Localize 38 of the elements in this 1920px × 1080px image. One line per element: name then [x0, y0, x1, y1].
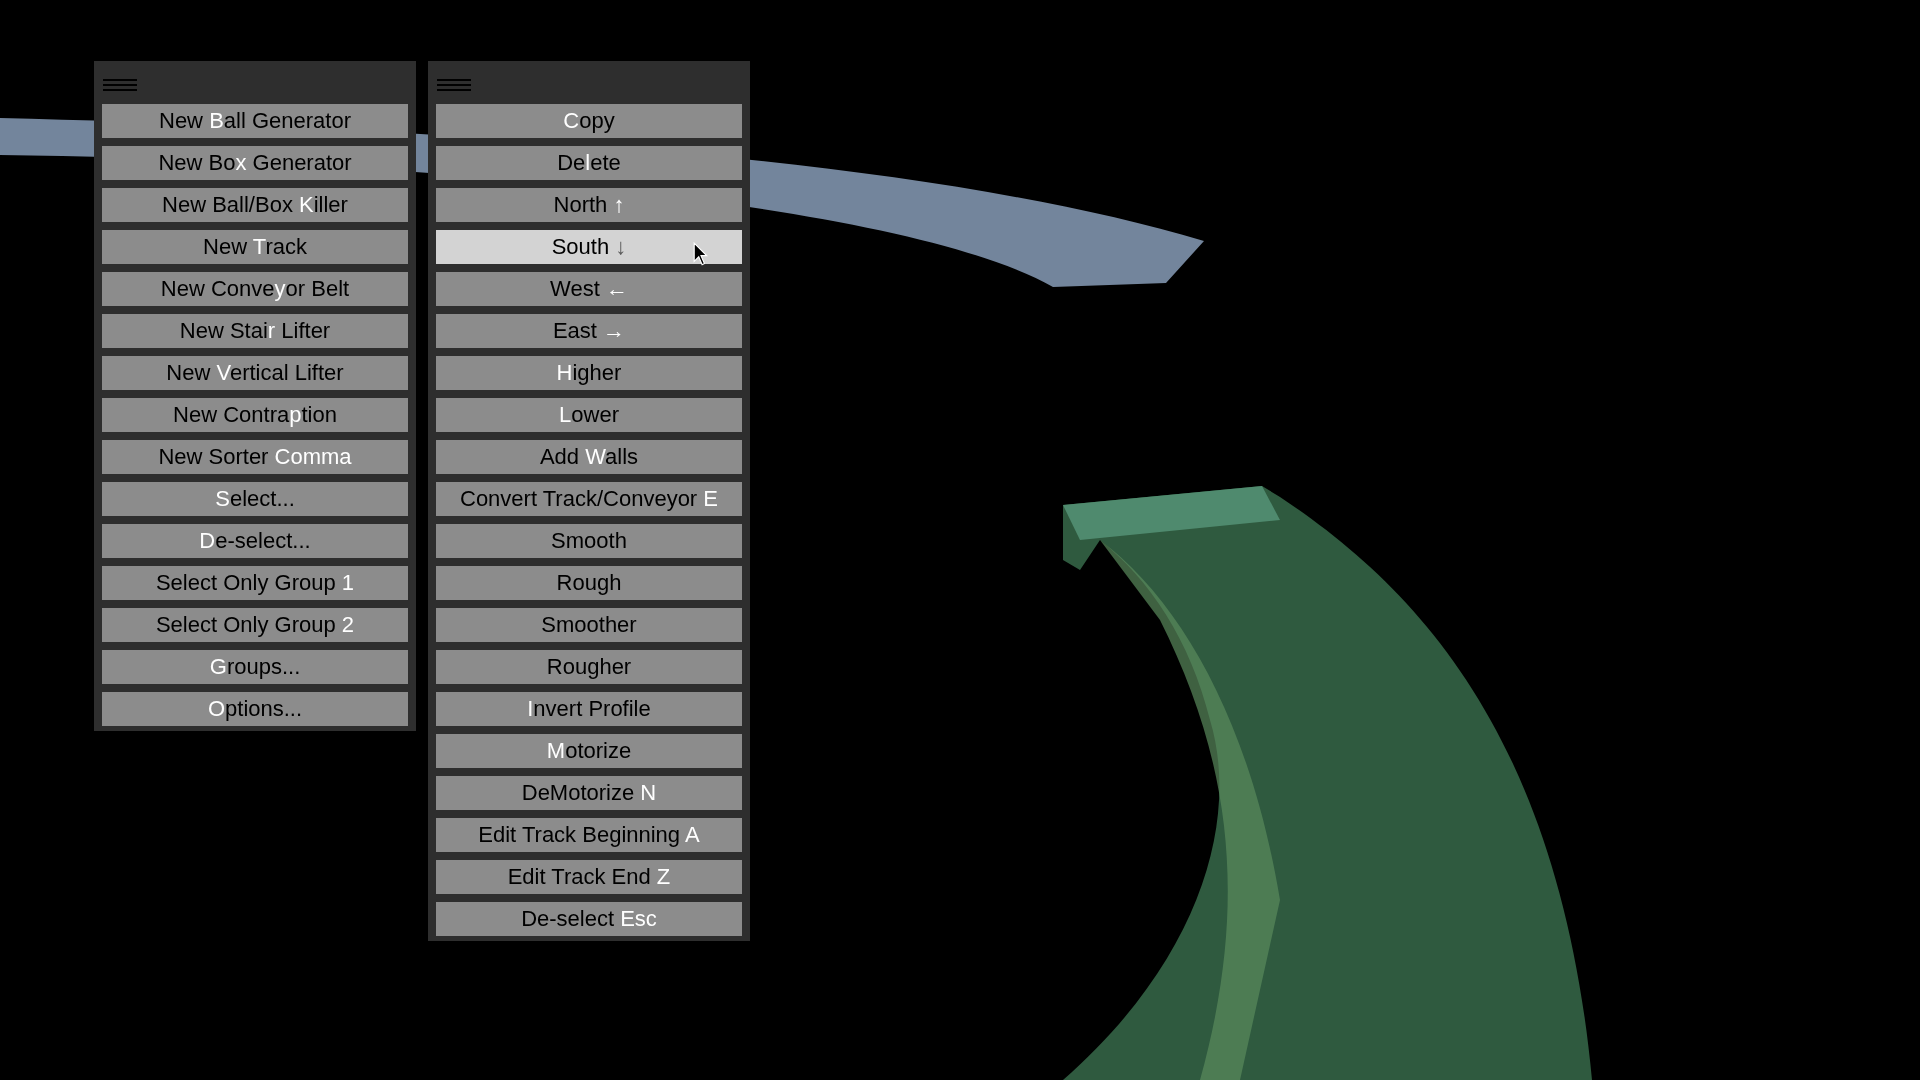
- menu-button[interactable]: Options...: [102, 692, 408, 726]
- menu-button[interactable]: New Conveyor Belt: [102, 272, 408, 306]
- menu-button[interactable]: Copy: [436, 104, 742, 138]
- menu-button[interactable]: Convert Track/Conveyor E: [436, 482, 742, 516]
- menu-button[interactable]: Select Only Group 1: [102, 566, 408, 600]
- menu-button[interactable]: New Sorter Comma: [102, 440, 408, 474]
- menu-button[interactable]: De-select Esc: [436, 902, 742, 936]
- menu-button[interactable]: South ↓: [436, 230, 742, 264]
- menu-button[interactable]: Smoother: [436, 608, 742, 642]
- menu-button[interactable]: New Ball Generator: [102, 104, 408, 138]
- menu-icon[interactable]: [103, 79, 137, 93]
- menu-button[interactable]: Groups...: [102, 650, 408, 684]
- menu-button[interactable]: New Vertical Lifter: [102, 356, 408, 390]
- menu-button[interactable]: Smooth: [436, 524, 742, 558]
- menu-button[interactable]: New Contraption: [102, 398, 408, 432]
- menu-button[interactable]: Higher: [436, 356, 742, 390]
- menu-button[interactable]: New Ball/Box Killer: [102, 188, 408, 222]
- menu-button[interactable]: West ←: [436, 272, 742, 306]
- mouse-pointer-icon: [693, 242, 709, 267]
- menu-button[interactable]: East →: [436, 314, 742, 348]
- menu-button[interactable]: Select...: [102, 482, 408, 516]
- menu-button[interactable]: Invert Profile: [436, 692, 742, 726]
- menu-button[interactable]: Rough: [436, 566, 742, 600]
- menu-button[interactable]: New Track: [102, 230, 408, 264]
- menu-button[interactable]: Select Only Group 2: [102, 608, 408, 642]
- menu-button[interactable]: DeMotorize N: [436, 776, 742, 810]
- menu-button[interactable]: Rougher: [436, 650, 742, 684]
- menu-button[interactable]: Delete: [436, 146, 742, 180]
- menu-button[interactable]: De-select...: [102, 524, 408, 558]
- menu-button[interactable]: New Box Generator: [102, 146, 408, 180]
- menu-button[interactable]: Lower: [436, 398, 742, 432]
- menu-button[interactable]: New Stair Lifter: [102, 314, 408, 348]
- menu-icon[interactable]: [437, 79, 471, 93]
- menu-button[interactable]: Edit Track Beginning A: [436, 818, 742, 852]
- menu-button[interactable]: Add Walls: [436, 440, 742, 474]
- menu-button[interactable]: Motorize: [436, 734, 742, 768]
- menu-button[interactable]: North ↑: [436, 188, 742, 222]
- menu-button[interactable]: Edit Track End Z: [436, 860, 742, 894]
